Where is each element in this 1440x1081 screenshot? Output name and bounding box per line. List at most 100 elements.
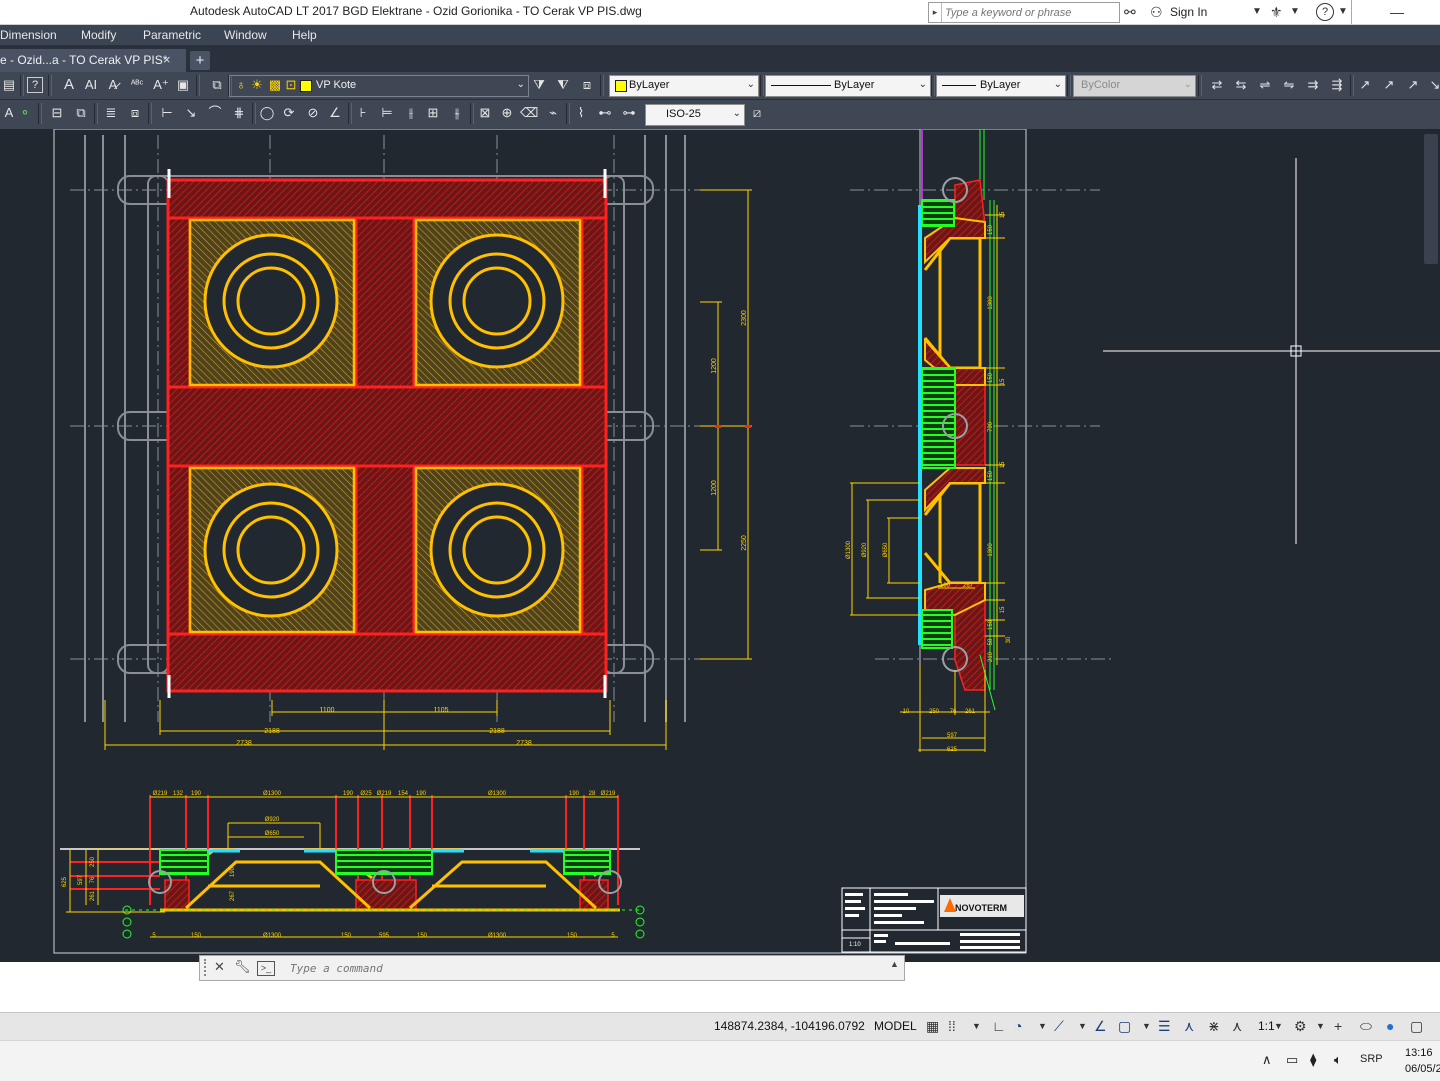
- isodraft-icon[interactable]: ⟋: [1054, 1017, 1064, 1035]
- workspace-gear-icon[interactable]: ⚙: [1294, 1017, 1307, 1035]
- leader-align-icon[interactable]: ↘: [1426, 76, 1440, 94]
- layer-states-icon[interactable]: ⧈: [578, 76, 596, 94]
- osnap-dropdown-icon[interactable]: ▼: [1142, 1017, 1151, 1035]
- angular-dim-icon[interactable]: ∠: [326, 104, 344, 122]
- lineweight-icon[interactable]: ☰: [1158, 1017, 1171, 1035]
- command-prompt-icon[interactable]: >_: [257, 961, 275, 976]
- close-icon[interactable]: ✕: [214, 959, 225, 975]
- dim-override-icon[interactable]: ⇋: [1280, 76, 1298, 94]
- aligned-dim-icon[interactable]: ↘: [182, 104, 200, 122]
- grid-icon[interactable]: ▦: [926, 1017, 939, 1035]
- text-edit-icon[interactable]: A̷: [104, 76, 122, 94]
- network-icon[interactable]: ▭: [1286, 1052, 1298, 1068]
- plus-icon[interactable]: +: [1334, 1017, 1342, 1035]
- menu-modify[interactable]: Modify: [81, 28, 116, 42]
- scale-dropdown-icon[interactable]: ▼: [1274, 1017, 1283, 1035]
- table-icon[interactable]: ⊟: [48, 104, 66, 122]
- inspection-icon[interactable]: ⌫: [520, 104, 538, 122]
- menu-dimension[interactable]: Dimension: [0, 28, 57, 42]
- volume-icon[interactable]: 🔈︎: [1334, 1052, 1342, 1068]
- exchange-apps-icon[interactable]: ⚜: [1270, 3, 1283, 21]
- object-snap-icon[interactable]: ▢: [1118, 1017, 1131, 1035]
- help-icon[interactable]: ?: [27, 77, 43, 93]
- dim-edit-icon[interactable]: ⇶: [1328, 76, 1346, 94]
- layer-previous-icon[interactable]: ⧨: [554, 76, 572, 94]
- snap-icon[interactable]: ⚬: [16, 104, 34, 122]
- dimstyle-dropdown[interactable]: ISO-25 ⌄: [645, 104, 745, 126]
- search-box[interactable]: ▸: [928, 2, 1120, 23]
- snap-mode-icon[interactable]: ⁞⁞: [948, 1017, 956, 1035]
- dim-update-icon[interactable]: ⇄: [1208, 76, 1226, 94]
- command-history-icon[interactable]: ▲: [890, 959, 899, 969]
- leader-remove-icon[interactable]: ↗: [1404, 76, 1422, 94]
- dim-space-icon[interactable]: ⊞: [424, 104, 442, 122]
- dim-style-manager-icon[interactable]: ⧄: [748, 104, 766, 122]
- quick-dim-icon[interactable]: ⊦: [354, 104, 372, 122]
- search-input[interactable]: [943, 4, 1117, 21]
- tab-close-icon[interactable]: ×: [163, 52, 171, 67]
- layer-properties-icon[interactable]: ⧉: [208, 76, 226, 94]
- menu-parametric[interactable]: Parametric: [143, 28, 201, 42]
- dim-text-edit-icon[interactable]: ⊷: [596, 104, 614, 122]
- dim-update2-icon[interactable]: ⊶: [620, 104, 638, 122]
- new-tab-button[interactable]: +: [190, 51, 210, 70]
- auto-scale-icon[interactable]: ⋇: [1208, 1017, 1220, 1035]
- find-text-icon[interactable]: A⁺: [152, 76, 170, 94]
- tray-expand-icon[interactable]: ∧: [1262, 1052, 1272, 1068]
- leader-add-icon[interactable]: ↗: [1380, 76, 1398, 94]
- ordinate-dim-icon[interactable]: ⋕: [230, 104, 248, 122]
- dim-style-icon[interactable]: ⇌: [1256, 76, 1274, 94]
- radius-dim-icon[interactable]: ◯: [258, 104, 276, 122]
- help-dropdown-icon[interactable]: ▼: [1338, 3, 1348, 21]
- center-mark-icon[interactable]: ⊕: [498, 104, 516, 122]
- layer-walk-icon[interactable]: ≣: [102, 104, 120, 122]
- jogged-dim-icon[interactable]: ⟳: [280, 104, 298, 122]
- command-line[interactable]: ✕ 🔧︎ >_ ▲: [199, 955, 905, 981]
- annotation-scale-value[interactable]: 1:1: [1258, 1017, 1275, 1035]
- sign-in-button[interactable]: Sign In: [1170, 5, 1207, 19]
- exchange-dropdown-icon[interactable]: ▼: [1290, 3, 1300, 21]
- drawing-canvas[interactable]: 2300 1200 1200 2250 1100 1105 2188 2188 …: [0, 129, 1440, 962]
- annotative-text-icon[interactable]: AI: [82, 76, 100, 94]
- text-style-icon[interactable]: A: [60, 76, 78, 94]
- text-frame-icon[interactable]: ▣: [174, 76, 192, 94]
- search-expand-icon[interactable]: ▸: [929, 3, 942, 22]
- command-input[interactable]: [288, 959, 892, 977]
- linear-dim-icon[interactable]: ⊢: [158, 104, 176, 122]
- dim-reassociate-icon[interactable]: ⇉: [1304, 76, 1322, 94]
- taskbar-clock[interactable]: 13:16 06/05/20: [1405, 1045, 1440, 1077]
- layer-isolate-icon[interactable]: ⧈: [126, 104, 144, 122]
- annotation-scale-icon[interactable]: ⋏: [1232, 1017, 1242, 1035]
- vertical-scrollbar[interactable]: [1424, 134, 1438, 264]
- lineweight-dropdown[interactable]: ByLayer ⌄: [936, 75, 1066, 97]
- tab-document[interactable]: e - Ozid...a - TO Cerak VP PIS* ×: [0, 49, 186, 72]
- menu-window[interactable]: Window: [224, 28, 267, 42]
- snap-dropdown-icon[interactable]: ▼: [972, 1017, 981, 1035]
- diameter-dim-icon[interactable]: ⊘: [304, 104, 322, 122]
- dropbox-icon[interactable]: ⧫: [1310, 1052, 1316, 1068]
- dim-edit-text-icon[interactable]: ⌇: [572, 104, 590, 122]
- coordinates-readout[interactable]: 148874.2384, -104196.0792: [714, 1019, 865, 1033]
- arc-length-icon[interactable]: ⌒: [206, 104, 224, 122]
- model-space-button[interactable]: MODEL: [874, 1019, 917, 1033]
- color-dropdown[interactable]: ByLayer ⌄: [609, 75, 759, 97]
- sign-in-dropdown-icon[interactable]: ▼: [1252, 3, 1262, 21]
- continue-dim-icon[interactable]: ⫲: [402, 104, 420, 122]
- dim-break-icon[interactable]: ⫳: [448, 104, 466, 122]
- wrench-icon[interactable]: 🔧︎: [234, 959, 251, 975]
- isodraft-dropdown-icon[interactable]: ▼: [1078, 1017, 1087, 1035]
- make-current-layer-icon[interactable]: ⧩: [530, 76, 548, 94]
- drag-handle-icon[interactable]: [204, 959, 209, 976]
- polar-tracking-icon[interactable]: ◔: [1014, 1017, 1022, 1035]
- calculator-icon[interactable]: ▤: [0, 76, 18, 94]
- isolate-objects-icon[interactable]: ⬭: [1360, 1017, 1372, 1035]
- baseline-dim-icon[interactable]: ⊨: [378, 104, 396, 122]
- jogged-linear-icon[interactable]: ⌁: [544, 104, 562, 122]
- help-button[interactable]: ?: [1316, 3, 1334, 21]
- linetype-dropdown[interactable]: ByLayer ⌄: [765, 75, 931, 97]
- binoculars-icon[interactable]: ⚯: [1124, 3, 1136, 21]
- menu-help[interactable]: Help: [292, 28, 317, 42]
- language-indicator[interactable]: SRP: [1360, 1053, 1383, 1065]
- minimize-icon[interactable]: —: [1390, 3, 1404, 21]
- dim-associate-icon[interactable]: ⇆: [1232, 76, 1250, 94]
